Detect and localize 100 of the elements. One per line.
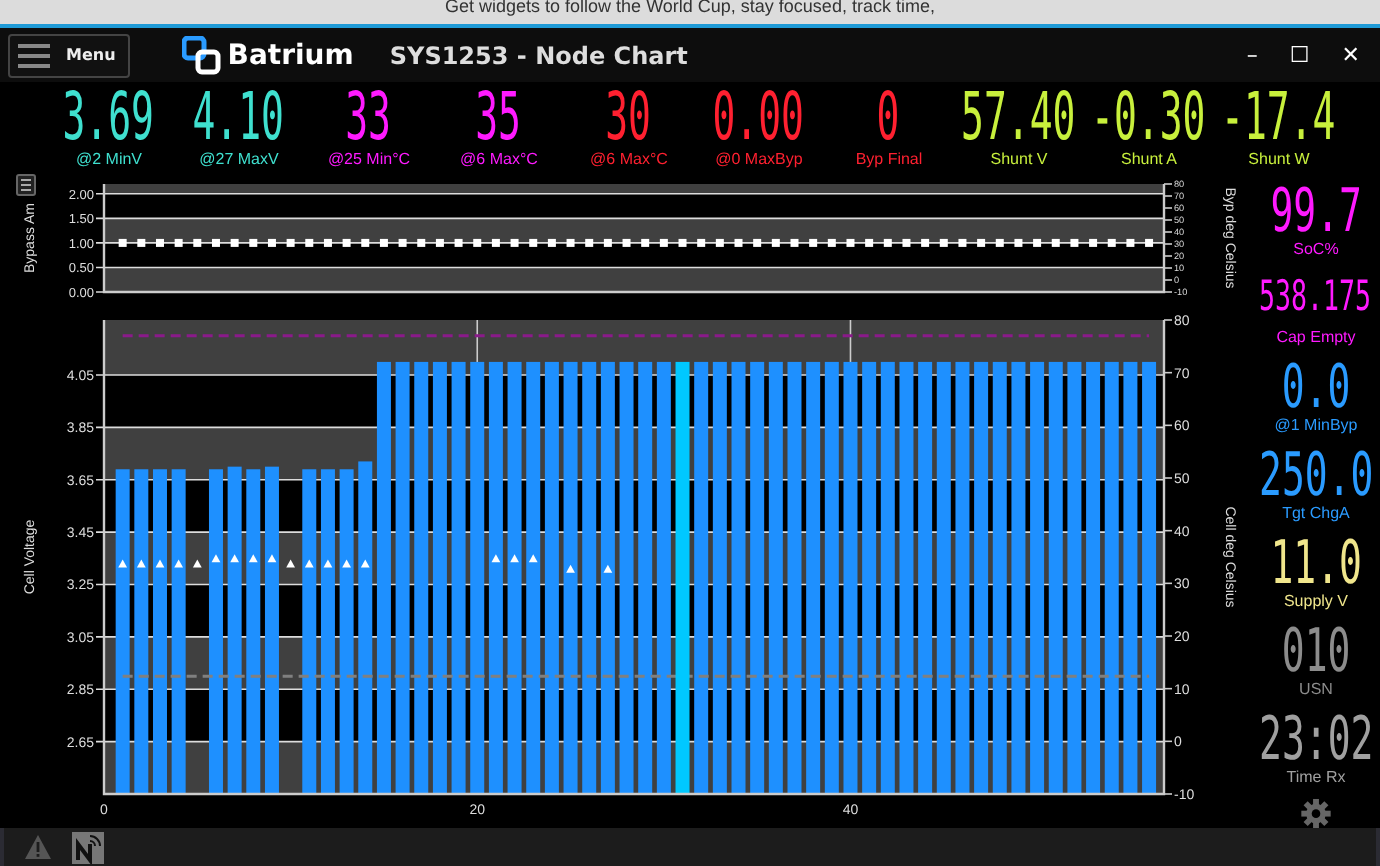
data-point xyxy=(435,239,444,248)
data-point xyxy=(1145,239,1154,248)
gauge-label: Shunt V xyxy=(990,150,1048,169)
triangle-marker xyxy=(118,560,128,569)
gauge-value: 23:02 xyxy=(1258,711,1374,766)
data-point xyxy=(883,239,892,248)
data-point xyxy=(1051,239,1060,248)
gauge-value: 0.00 xyxy=(713,83,805,150)
data-point xyxy=(305,239,314,248)
data-point xyxy=(473,239,482,248)
triangle-marker xyxy=(136,560,146,569)
logo-icon xyxy=(181,35,222,75)
data-point xyxy=(995,239,1004,248)
data-point xyxy=(1014,239,1023,248)
triangle-marker xyxy=(192,560,202,569)
close-button[interactable]: ✕ xyxy=(1333,42,1368,68)
menu-button[interactable]: Menu xyxy=(8,33,130,77)
gauge-label: Shunt W xyxy=(1248,150,1310,169)
gauge-label: @27 MaxV xyxy=(199,150,279,169)
data-point xyxy=(230,239,239,248)
data-point xyxy=(827,239,836,248)
network-icon[interactable] xyxy=(72,831,104,864)
data-point xyxy=(323,239,332,248)
data-point xyxy=(491,239,500,248)
gauge-value: 010 xyxy=(1281,623,1351,678)
data-point xyxy=(398,239,407,248)
gauge-value: -17.4 xyxy=(1221,83,1337,150)
settings-icon[interactable] xyxy=(1300,797,1332,829)
data-point xyxy=(1033,239,1042,248)
data-point xyxy=(174,239,183,248)
gauge-label: Byp Final xyxy=(855,150,923,169)
data-point xyxy=(715,239,724,248)
triangle-marker xyxy=(155,560,165,569)
data-point xyxy=(902,239,911,248)
data-point xyxy=(622,239,631,248)
logo-text: Batrium xyxy=(227,39,354,71)
gauge-value: 33 xyxy=(346,83,392,150)
triangle-marker xyxy=(267,555,277,564)
gauge-value: 538.175 xyxy=(1259,271,1373,325)
gauge-value: 11.0 xyxy=(1270,535,1362,590)
maximize-button[interactable]: ☐ xyxy=(1281,42,1318,68)
data-point xyxy=(1126,239,1135,248)
gauge-value: 30 xyxy=(606,83,652,150)
triangle-marker xyxy=(304,560,314,569)
gauge-label: @6 Max°C xyxy=(590,150,668,169)
data-point xyxy=(958,239,967,248)
data-point xyxy=(566,239,575,248)
data-point xyxy=(939,239,948,248)
triangle-marker xyxy=(174,560,184,569)
data-point xyxy=(547,239,556,248)
gauge-value: 250.0 xyxy=(1258,447,1374,502)
gauge-value: 0.0 xyxy=(1281,358,1351,413)
gauge-value: 57.40 xyxy=(961,83,1077,150)
data-point xyxy=(659,239,668,248)
triangle-marker xyxy=(248,555,258,564)
triangle-marker xyxy=(566,565,575,574)
triangle-marker xyxy=(491,555,501,564)
triangle-marker xyxy=(211,555,221,564)
gauge-label: @0 MaxByp xyxy=(715,150,803,169)
data-point xyxy=(865,239,874,248)
triangle-marker xyxy=(510,555,519,564)
data-point xyxy=(342,239,351,248)
gauge-label: @6 Max°C xyxy=(460,150,538,169)
gauge-value: 4.10 xyxy=(193,83,285,150)
gauge-label: @2 MinV xyxy=(75,150,143,169)
data-point xyxy=(249,239,258,248)
data-point xyxy=(846,239,855,248)
gauge-label: @25 Min°C xyxy=(327,150,411,169)
data-point xyxy=(454,239,463,248)
data-point xyxy=(510,239,519,248)
data-point xyxy=(1089,239,1098,248)
data-point xyxy=(753,239,762,248)
gauge-label: @1 MinByp xyxy=(1274,415,1358,434)
minimize-button[interactable]: – xyxy=(1238,42,1266,68)
gauge-label: USN xyxy=(1299,680,1333,699)
data-point xyxy=(361,239,370,248)
warning-icon[interactable] xyxy=(24,834,52,861)
data-point xyxy=(1070,239,1079,248)
gauge-label: Time Rx xyxy=(1286,768,1346,787)
data-point xyxy=(678,239,687,248)
data-point xyxy=(193,239,202,248)
gauge-value: 35 xyxy=(476,83,522,150)
data-point xyxy=(529,239,538,248)
data-point xyxy=(734,239,743,248)
gauge-value: 99.7 xyxy=(1270,182,1362,237)
window-title: SYS1253 - Node Chart xyxy=(389,41,690,69)
data-point xyxy=(809,239,818,248)
data-point xyxy=(267,239,276,248)
data-point xyxy=(286,239,295,248)
triangle-marker xyxy=(342,560,351,569)
data-point xyxy=(585,239,594,248)
data-point xyxy=(641,239,650,248)
gauge-label: Shunt A xyxy=(1120,150,1178,169)
list-icon[interactable] xyxy=(16,174,36,197)
data-point xyxy=(1107,239,1116,248)
gauge-label: Tgt ChgA xyxy=(1282,504,1350,523)
data-point xyxy=(921,239,930,248)
gauge-label: SoC% xyxy=(1293,239,1339,258)
triangle-marker xyxy=(603,565,613,574)
gauge-value: 0 xyxy=(877,83,901,150)
